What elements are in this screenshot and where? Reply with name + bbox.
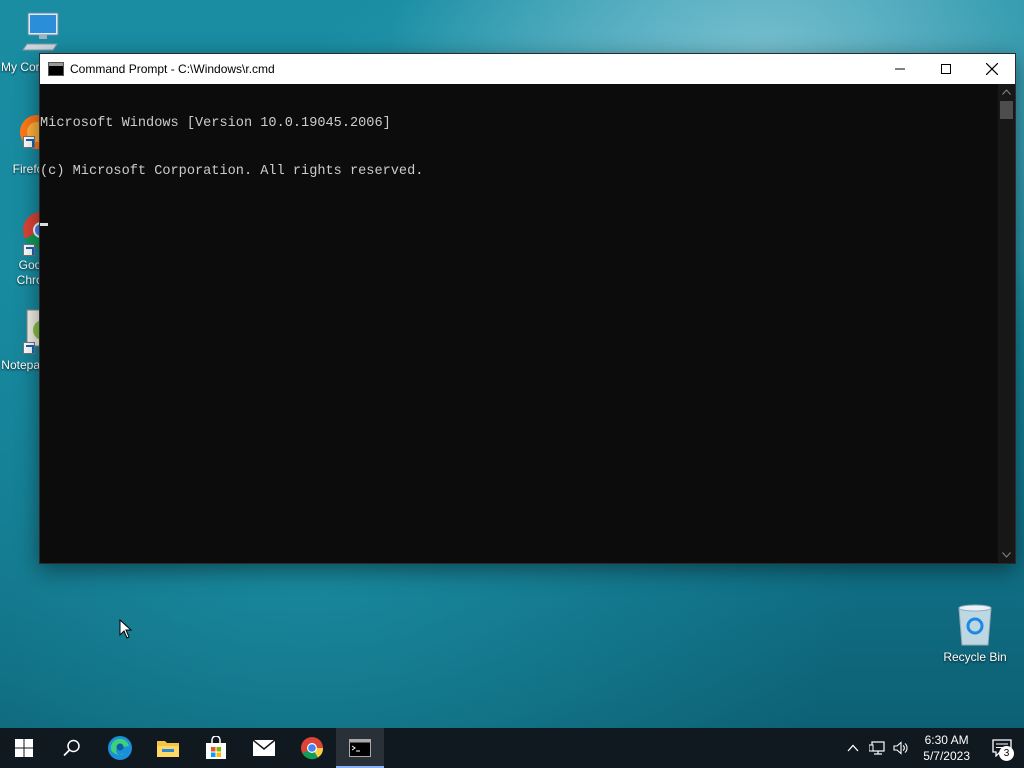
scroll-up-button[interactable] bbox=[998, 84, 1015, 100]
maximize-button[interactable] bbox=[923, 54, 969, 84]
console-cursor-line bbox=[40, 212, 998, 232]
shortcut-arrow-icon bbox=[23, 136, 35, 148]
minimize-icon bbox=[895, 68, 905, 70]
clock-time: 6:30 AM bbox=[924, 733, 969, 747]
search-icon bbox=[63, 739, 80, 757]
command-prompt-window[interactable]: Command Prompt - C:\Windows\r.cmd Micros… bbox=[39, 53, 1016, 564]
edge-icon bbox=[108, 736, 132, 760]
command-prompt-icon bbox=[349, 739, 371, 757]
chevron-down-icon bbox=[1002, 552, 1011, 558]
mail-icon bbox=[252, 739, 276, 756]
search-button[interactable] bbox=[48, 728, 96, 768]
desktop-icon-label: Recycle Bin bbox=[943, 650, 1007, 664]
minimize-button[interactable] bbox=[877, 54, 923, 84]
maximize-icon bbox=[941, 64, 951, 74]
window-titlebar[interactable]: Command Prompt - C:\Windows\r.cmd bbox=[40, 54, 1015, 84]
scrollbar-thumb[interactable] bbox=[1000, 101, 1013, 119]
scroll-down-button[interactable] bbox=[998, 547, 1015, 563]
chrome-icon bbox=[301, 737, 324, 760]
command-prompt-icon bbox=[48, 62, 64, 76]
taskbar-file-explorer[interactable] bbox=[144, 728, 192, 768]
network-icon bbox=[869, 741, 885, 755]
taskbar-chrome[interactable] bbox=[288, 728, 336, 768]
text-cursor bbox=[40, 223, 48, 226]
clock-date: 5/7/2023 bbox=[923, 749, 970, 763]
windows-logo-icon bbox=[15, 739, 33, 757]
taskbar-command-prompt[interactable] bbox=[336, 728, 384, 768]
taskbar-clock[interactable]: 6:30 AM 5/7/2023 bbox=[913, 732, 980, 764]
close-icon bbox=[986, 63, 998, 75]
start-button[interactable] bbox=[0, 728, 48, 768]
speaker-icon bbox=[893, 741, 908, 755]
system-tray: 6:30 AM 5/7/2023 3 bbox=[841, 728, 1024, 768]
mouse-pointer-icon bbox=[119, 618, 133, 644]
window-title: Command Prompt - C:\Windows\r.cmd bbox=[70, 62, 275, 76]
chevron-up-icon bbox=[847, 744, 859, 752]
volume-button[interactable] bbox=[889, 728, 913, 768]
taskbar-mail[interactable] bbox=[240, 728, 288, 768]
network-button[interactable] bbox=[865, 728, 889, 768]
vertical-scrollbar[interactable] bbox=[998, 84, 1015, 563]
computer-icon bbox=[13, 10, 61, 58]
notification-count-badge: 3 bbox=[999, 746, 1014, 761]
taskbar-edge[interactable] bbox=[96, 728, 144, 768]
console-line: (c) Microsoft Corporation. All rights re… bbox=[40, 164, 424, 179]
file-explorer-icon bbox=[157, 741, 179, 757]
action-center-button[interactable]: 3 bbox=[980, 728, 1024, 768]
shortcut-arrow-icon bbox=[23, 244, 35, 256]
console-line: Microsoft Windows [Version 10.0.19045.20… bbox=[40, 116, 391, 131]
desktop-icon-recycle-bin[interactable]: Recycle Bin bbox=[938, 600, 1012, 665]
shortcut-arrow-icon bbox=[23, 342, 35, 354]
console-output[interactable]: Microsoft Windows [Version 10.0.19045.20… bbox=[40, 84, 998, 563]
chevron-up-icon bbox=[1002, 89, 1011, 95]
show-hidden-icons-button[interactable] bbox=[841, 728, 865, 768]
recycle-bin-icon bbox=[951, 600, 999, 648]
taskbar: 6:30 AM 5/7/2023 3 bbox=[0, 728, 1024, 768]
close-button[interactable] bbox=[969, 54, 1015, 84]
taskbar-store[interactable] bbox=[192, 728, 240, 768]
store-icon bbox=[206, 736, 226, 759]
